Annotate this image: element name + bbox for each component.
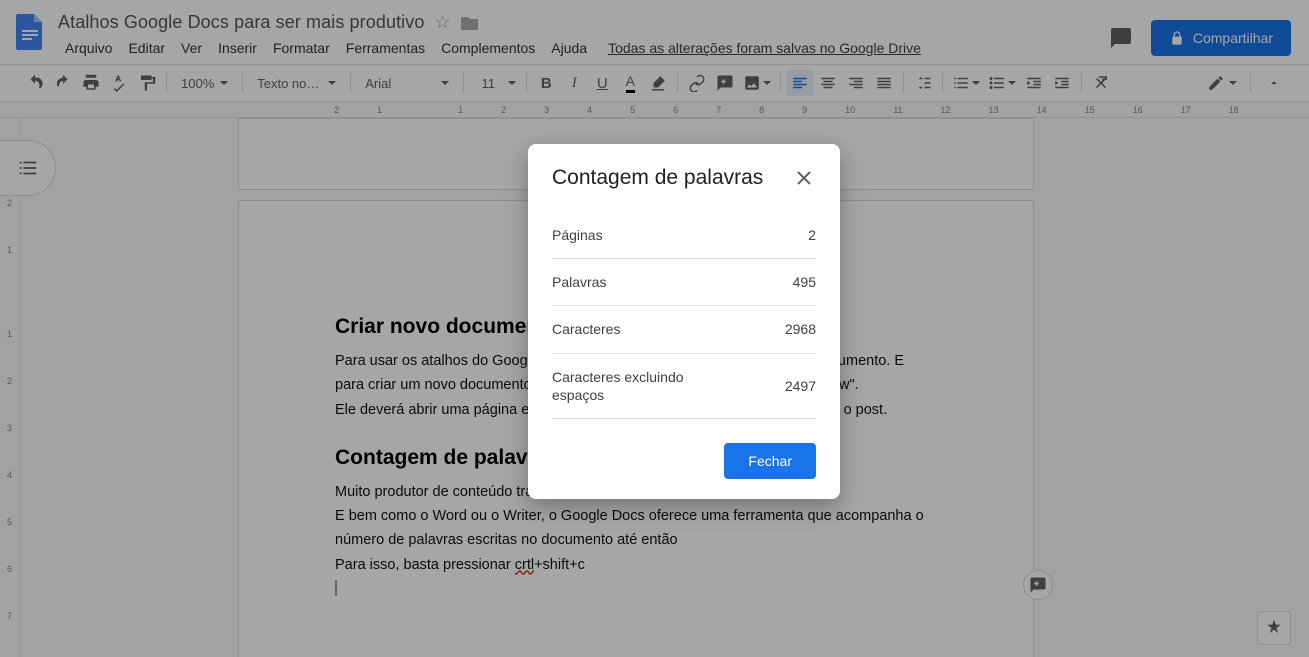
- wc-label: Caracteres excluindo espaços: [552, 368, 702, 404]
- wc-row-words: Palavras 495: [552, 259, 816, 306]
- wc-value: 2: [808, 227, 816, 243]
- word-count-dialog: Contagem de palavras Páginas 2 Palavras …: [528, 144, 840, 499]
- dialog-confirm-button[interactable]: Fechar: [724, 443, 816, 479]
- wc-label: Páginas: [552, 226, 603, 244]
- wc-value: 2497: [785, 378, 816, 394]
- wc-value: 495: [793, 274, 816, 290]
- dialog-title: Contagem de palavras: [552, 166, 763, 190]
- wc-row-chars-nospace: Caracteres excluindo espaços 2497: [552, 354, 816, 419]
- wc-value: 2968: [785, 321, 816, 337]
- dialog-close-button[interactable]: [792, 166, 816, 190]
- close-icon: [797, 171, 811, 185]
- wc-row-chars: Caracteres 2968: [552, 306, 816, 353]
- wc-label: Caracteres: [552, 320, 620, 338]
- wc-row-pages: Páginas 2: [552, 212, 816, 259]
- wc-label: Palavras: [552, 273, 606, 291]
